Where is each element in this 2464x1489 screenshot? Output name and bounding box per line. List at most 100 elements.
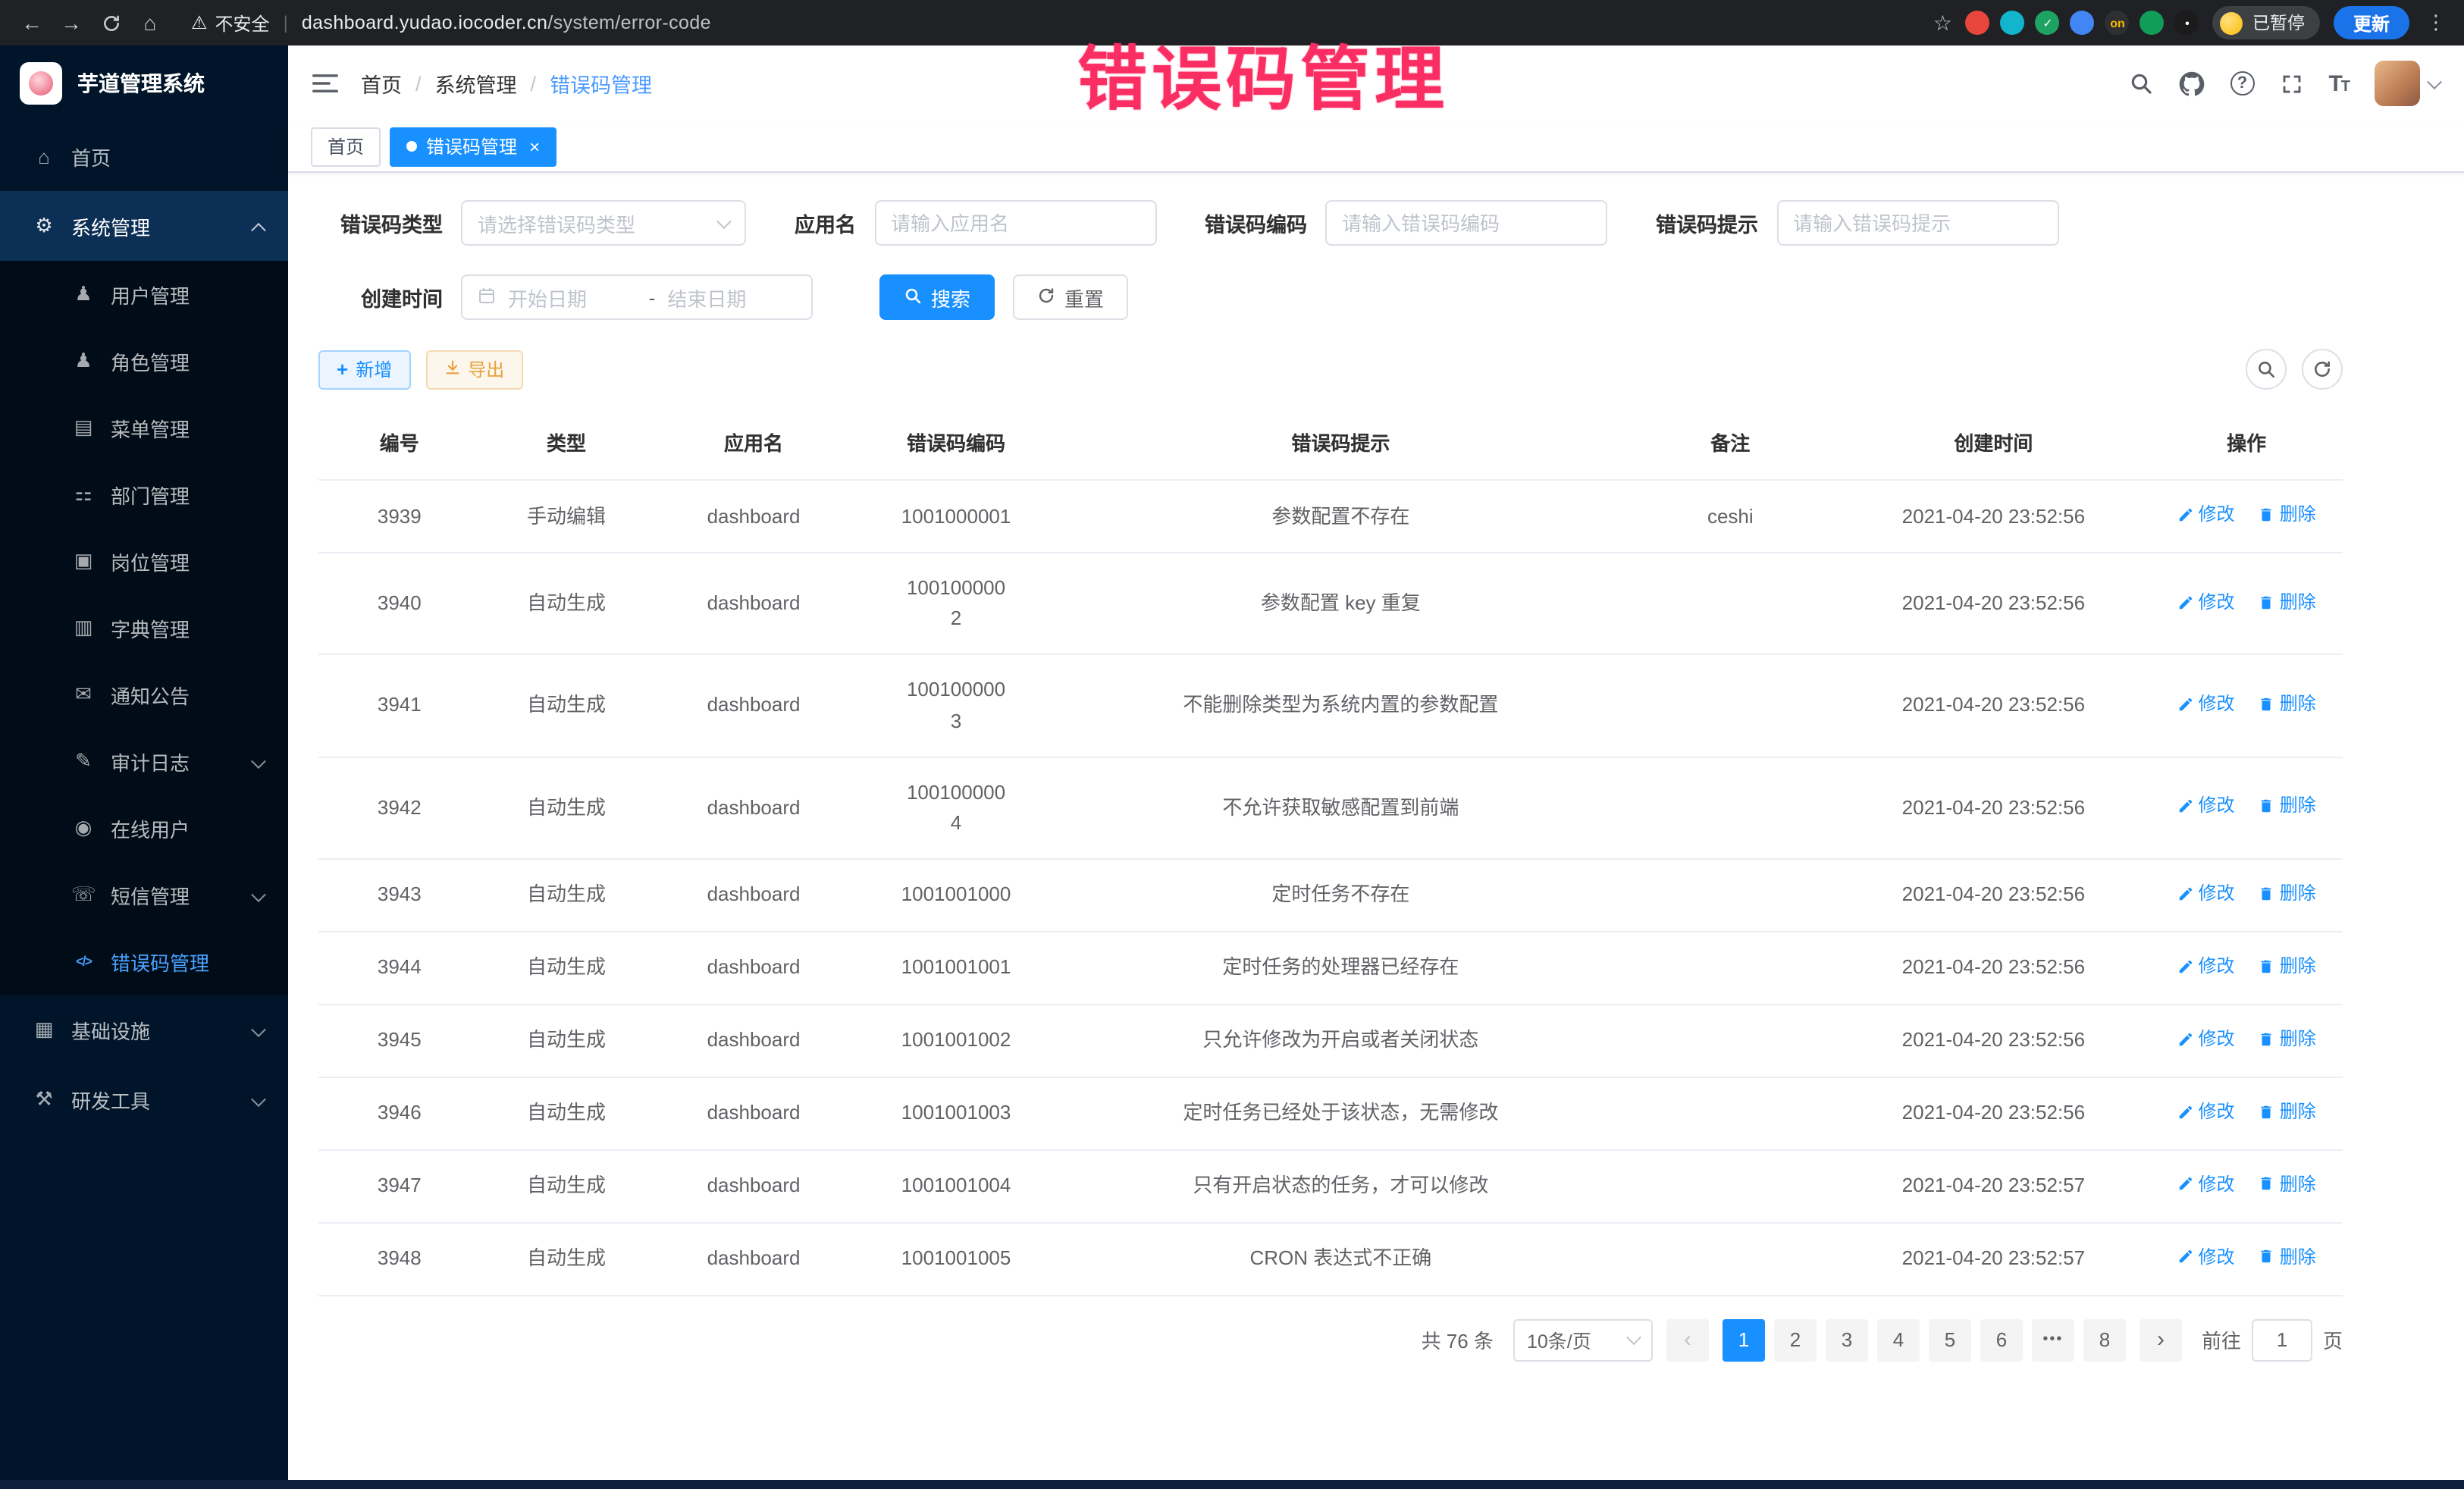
browser-menu-icon[interactable]: ⋮ <box>2423 11 2449 35</box>
forward-icon[interactable]: → <box>55 6 88 39</box>
edit-link[interactable]: 修改 <box>2177 1025 2235 1053</box>
page-button-4[interactable]: 4 <box>1877 1318 1920 1361</box>
tab-error-code[interactable]: 错误码管理× <box>390 127 556 166</box>
edit-link[interactable]: 修改 <box>2177 1097 2235 1125</box>
edit-link[interactable]: 修改 <box>2177 1243 2235 1271</box>
sidebar-item-infra[interactable]: ▦基础设施 <box>0 995 288 1064</box>
sidebar-item-notice[interactable]: ✉通知公告 <box>0 661 288 728</box>
user-menu[interactable] <box>2375 61 2440 106</box>
cell-code: 1001001002 <box>855 1005 1058 1077</box>
delete-link[interactable]: 删除 <box>2259 1170 2316 1198</box>
home-icon[interactable]: ⌂ <box>133 6 167 39</box>
breadcrumb-item[interactable]: 系统管理 <box>435 68 517 99</box>
goto-page-input[interactable] <box>2252 1318 2312 1361</box>
help-icon[interactable]: ? <box>2230 71 2254 96</box>
breadcrumb-item[interactable]: 首页 <box>361 68 402 99</box>
page-ellipsis[interactable]: ••• <box>2032 1318 2074 1361</box>
teal-drop-extension-icon[interactable] <box>2001 11 2025 35</box>
search-button[interactable]: 搜索 <box>879 274 995 320</box>
security-chip[interactable]: ⚠ 不安全 <box>191 10 270 36</box>
profile-paused-chip[interactable]: 已暂停 <box>2213 6 2320 39</box>
bookmark-star-icon[interactable]: ☆ <box>1933 10 1952 36</box>
delete-link[interactable]: 删除 <box>2259 500 2316 528</box>
edit-link[interactable]: 修改 <box>2177 952 2235 980</box>
prev-page-button[interactable]: ‹ <box>1666 1318 1709 1361</box>
hamburger-icon[interactable] <box>312 73 338 94</box>
edit-link[interactable]: 修改 <box>2177 879 2235 908</box>
create-time-label: 创建时间 <box>318 282 443 312</box>
app-logo-block[interactable]: 芋道管理系统 <box>0 45 288 121</box>
page-button-3[interactable]: 3 <box>1826 1318 1868 1361</box>
cell-app: dashboard <box>653 1222 855 1295</box>
sidebar-item-dict[interactable]: ▥字典管理 <box>0 594 288 661</box>
green-check-extension-icon[interactable]: ✓ <box>2036 11 2060 35</box>
page-button-6[interactable]: 6 <box>1980 1318 2023 1361</box>
cell-code: 1001001001 <box>855 932 1058 1005</box>
sidebar-item-online-user[interactable]: ◉在线用户 <box>0 795 288 861</box>
sidebar-item-sms[interactable]: ☏短信管理 <box>0 861 288 928</box>
edit-pencil-icon <box>2177 798 2194 814</box>
page-button-5[interactable]: 5 <box>1929 1318 1971 1361</box>
delete-link[interactable]: 删除 <box>2259 690 2316 718</box>
sidebar-item-user[interactable]: ♟用户管理 <box>0 261 288 328</box>
font-size-icon[interactable]: TT <box>2328 71 2349 96</box>
edit-link[interactable]: 修改 <box>2177 500 2235 528</box>
edit-link[interactable]: 修改 <box>2177 690 2235 718</box>
page-size-select[interactable]: 10条/页 <box>1513 1318 1653 1361</box>
delete-link[interactable]: 删除 <box>2259 588 2316 616</box>
trash-icon <box>2259 506 2275 523</box>
refresh-icon[interactable] <box>94 6 127 39</box>
error-hint-input[interactable] <box>1793 212 2042 234</box>
show-search-toggle-button[interactable] <box>2246 349 2287 390</box>
sidebar-item-audit-log[interactable]: ✎审计日志 <box>0 728 288 795</box>
delete-link[interactable]: 删除 <box>2259 1097 2316 1125</box>
cell-msg: 不能删除类型为系统内置的参数配置 <box>1058 655 1625 757</box>
app-name-input[interactable] <box>891 212 1140 234</box>
sidebar-item-devtools[interactable]: ⚒研发工具 <box>0 1064 288 1134</box>
delete-link[interactable]: 删除 <box>2259 1025 2316 1053</box>
sidebar-item-system[interactable]: ⚙系统管理 <box>0 191 288 261</box>
table-header-row: 编号类型应用名错误码编码错误码提示备注创建时间操作 <box>318 409 2343 480</box>
next-page-button[interactable]: › <box>2140 1318 2182 1361</box>
date-range-picker[interactable]: 开始日期 - 结束日期 <box>461 274 813 320</box>
red-circle-extension-icon[interactable] <box>1966 11 1990 35</box>
tab-close-icon[interactable]: × <box>529 137 540 155</box>
sidebar-item-post[interactable]: ▣岗位管理 <box>0 528 288 594</box>
sidebar-item-menu[interactable]: ▤菜单管理 <box>0 394 288 461</box>
add-button[interactable]: + 新增 <box>318 350 410 389</box>
cell-code: 1001001003 <box>855 1077 1058 1149</box>
sidebar-item-role[interactable]: ♟角色管理 <box>0 328 288 394</box>
address-bar[interactable]: ⚠ 不安全 | dashboard.yudao.iocoder.cn/syste… <box>191 10 711 36</box>
delete-link[interactable]: 删除 <box>2259 1243 2316 1271</box>
reset-button[interactable]: 重置 <box>1013 274 1128 320</box>
delete-link[interactable]: 删除 <box>2259 792 2316 820</box>
github-icon[interactable] <box>2178 71 2204 96</box>
pin-extension-icon[interactable]: • <box>2175 11 2199 35</box>
green-leaf-extension-icon[interactable] <box>2140 11 2165 35</box>
page-button-8[interactable]: 8 <box>2083 1318 2126 1361</box>
delete-link[interactable]: 删除 <box>2259 879 2316 908</box>
sidebar-item-label: 通知公告 <box>111 680 190 709</box>
back-icon[interactable]: ← <box>15 6 49 39</box>
error-code-input[interactable] <box>1342 212 1591 234</box>
delete-link[interactable]: 删除 <box>2259 952 2316 980</box>
error-type-select[interactable]: 请选择错误码类型 <box>461 200 746 246</box>
blue-grid-extension-icon[interactable] <box>2071 11 2095 35</box>
refresh-table-button[interactable] <box>2302 349 2343 390</box>
browser-update-button[interactable]: 更新 <box>2334 6 2409 39</box>
edit-link[interactable]: 修改 <box>2177 1170 2235 1198</box>
sidebar-item-home[interactable]: ⌂首页 <box>0 121 288 191</box>
page-button-1[interactable]: 1 <box>1723 1318 1765 1361</box>
error-code-icon: </> <box>71 954 96 969</box>
search-icon[interactable] <box>2128 71 2152 96</box>
on-badge-extension-icon[interactable]: on <box>2105 11 2130 35</box>
sidebar-item-label: 基础设施 <box>71 1015 150 1044</box>
fullscreen-icon[interactable] <box>2280 72 2303 95</box>
sidebar-item-dept[interactable]: ⚏部门管理 <box>0 461 288 528</box>
sidebar-item-error-code[interactable]: </>错误码管理 <box>0 928 288 995</box>
tab-home[interactable]: 首页 <box>311 127 381 166</box>
edit-link[interactable]: 修改 <box>2177 792 2235 820</box>
page-button-2[interactable]: 2 <box>1774 1318 1817 1361</box>
edit-link[interactable]: 修改 <box>2177 588 2235 616</box>
export-button[interactable]: 导出 <box>425 350 522 389</box>
